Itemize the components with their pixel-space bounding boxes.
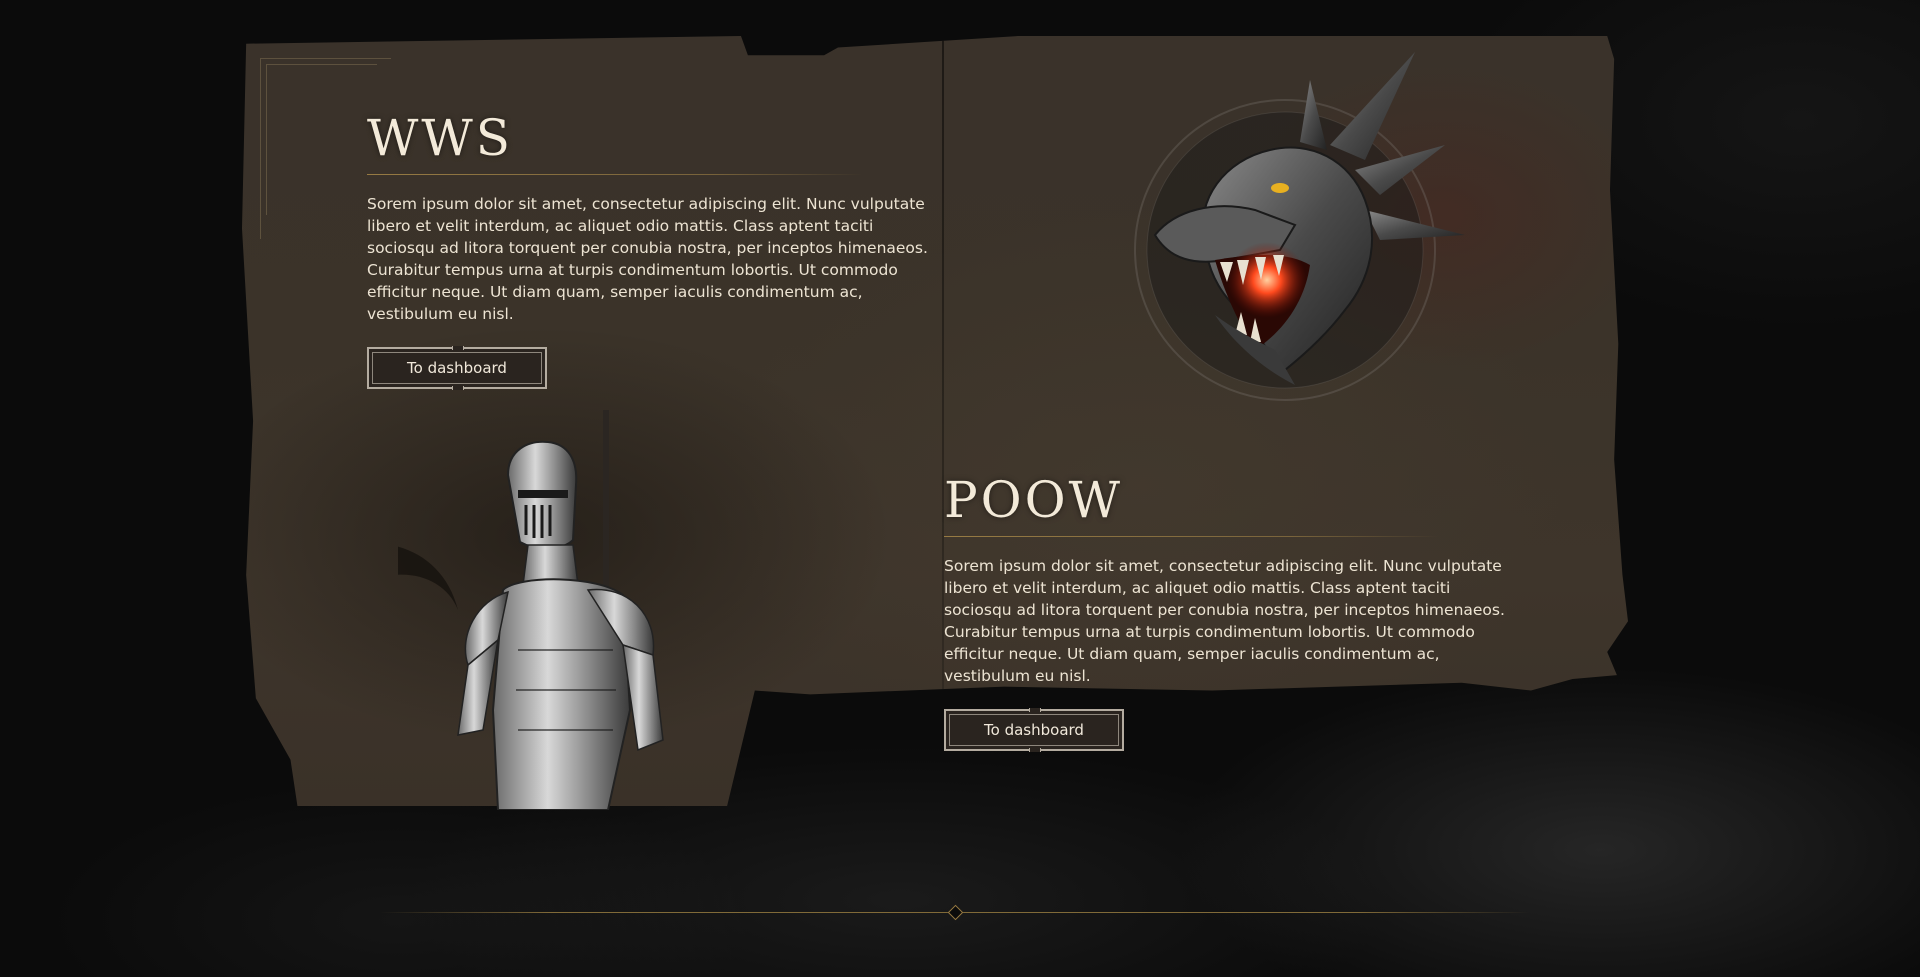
to-dashboard-button[interactable]: To dashboard	[944, 708, 1124, 752]
dragon-emblem-icon	[1134, 52, 1465, 401]
corner-frame-decoration-inner	[266, 64, 377, 215]
section-title: WWS	[367, 109, 514, 167]
button-notch-bottom	[1029, 748, 1041, 752]
title-divider	[367, 174, 862, 175]
title-divider	[944, 536, 1439, 537]
page-background: WWS Sorem ipsum dolor sit amet, consecte…	[0, 0, 1920, 977]
divider-diamond	[947, 904, 964, 921]
button-notch-bottom	[452, 386, 464, 390]
to-dashboard-button[interactable]: To dashboard	[367, 346, 547, 390]
section-title: POOW	[944, 471, 1124, 529]
button-label: To dashboard	[407, 359, 507, 377]
feature-section-poow: POOW Sorem ipsum dolor sit amet, consect…	[944, 470, 1524, 752]
button-notch-top	[452, 346, 464, 350]
button-notch-top	[1029, 708, 1041, 712]
diamond-divider-icon	[380, 904, 1530, 921]
button-label: To dashboard	[984, 721, 1084, 739]
knight-armor-illustration	[398, 410, 664, 810]
section-description: Sorem ipsum dolor sit amet, consectetur …	[944, 557, 1505, 685]
section-description: Sorem ipsum dolor sit amet, consectetur …	[367, 195, 928, 323]
feature-section-wws: WWS Sorem ipsum dolor sit amet, consecte…	[367, 108, 947, 390]
